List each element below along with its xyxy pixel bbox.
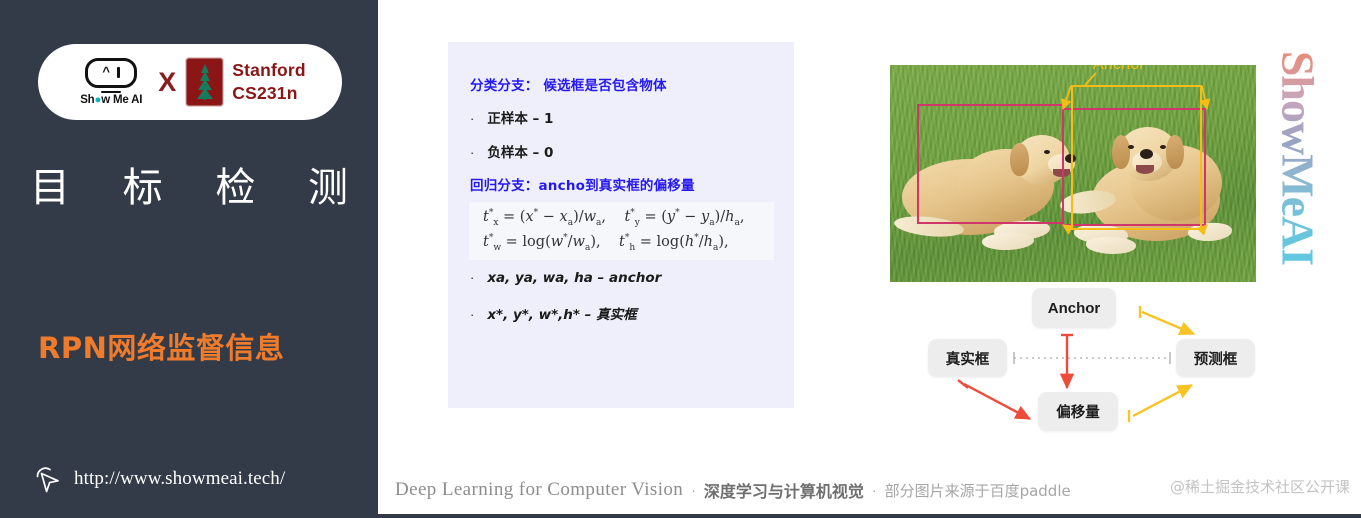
explanation-panel: 分类分支： 候选框是否包含物体 · 正样本 – 1 · 负样本 – 0 回归分支… xyxy=(448,42,794,408)
cursor-pointer-icon xyxy=(36,467,59,493)
bullet-dot-icon: · xyxy=(470,270,475,285)
formula-stack: t*x = (x* − xa)/wa, t*y = (y* − ya)/ha, … xyxy=(483,206,744,256)
stanford-course-code: CS231n xyxy=(232,83,298,103)
formula-line-xy: t*x = (x* − xa)/wa, t*y = (y* − ya)/ha, xyxy=(483,208,745,229)
footer-source-note: 部分图片来源于百度paddle xyxy=(884,481,1071,500)
anchor-example-photo: Anchor xyxy=(890,65,1256,282)
footer-chinese-title: 深度学习与计算机视觉 xyxy=(703,482,864,501)
page-subtitle: RPN网络监督信息 xyxy=(38,331,285,365)
showmeai-vertical-logo: ShowMeAI xyxy=(1273,30,1324,286)
stanford-block-s-icon xyxy=(185,57,225,107)
slide-content-area: 分类分支： 候选框是否包含物体 · 正样本 – 1 · 负样本 – 0 回归分支… xyxy=(378,0,1361,518)
stanford-brand-group: Stanford CS231n xyxy=(185,57,306,107)
flow-node-offset: 偏移量 xyxy=(1038,392,1118,431)
showmeai-vertical-text: ShowMeAI xyxy=(1272,50,1324,266)
title-char-2: 检 xyxy=(215,165,256,211)
offset-flow-diagram: Anchor 真实框 预测框 偏移量 xyxy=(928,288,1258,448)
title-char-0: 目 xyxy=(30,165,70,211)
flow-node-prediction: 预测框 xyxy=(1176,339,1255,377)
list-item: · 正样本 – 1 xyxy=(470,107,553,127)
flow-node-anchor: Anchor xyxy=(1032,288,1116,328)
site-url-row[interactable]: http://www.showmeai.tech/ xyxy=(30,462,285,496)
list-item: · x*, y*, w*,h* – 真实框 xyxy=(470,303,637,323)
footer-separator-1: · xyxy=(691,482,696,498)
left-sidebar: ^ Sh●w Me AI X Stanford CS231n 目 标 检 测 R… xyxy=(0,0,378,518)
bottom-edge-bar xyxy=(0,514,1361,518)
anchor-vars-label: xa, ya, wa, ha – anchor xyxy=(487,270,662,286)
title-char-3: 测 xyxy=(307,165,348,211)
robot-face-icon: ^ xyxy=(85,57,138,88)
showmeai-logo-icon: ^ Sh●w Me AI xyxy=(74,57,148,107)
classification-branch-heading: 分类分支： 候选框是否包含物体 xyxy=(470,78,667,94)
bullet-dot-icon: · xyxy=(470,145,475,160)
title-char-1: 标 xyxy=(122,165,163,211)
site-url-text: http://www.showmeai.tech/ xyxy=(74,468,286,489)
robot-eye-caret-icon: ^ xyxy=(102,64,111,80)
page-title: 目 标 检 测 xyxy=(30,155,348,213)
footer-watermark: @稀土掘金技术社区公开课 xyxy=(1170,478,1351,496)
brand-logo-pill: ^ Sh●w Me AI X Stanford CS231n xyxy=(38,44,342,120)
collab-cross-label: X xyxy=(158,66,177,97)
regression-branch-heading: 回归分支：ancho到真实框的偏移量 xyxy=(470,178,695,194)
bullet-dot-icon: · xyxy=(470,307,475,322)
groundtruth-vars-label: x*, y*, w*,h* – 真实框 xyxy=(487,307,637,323)
formula-line-wh: t*w = log(w*/wa), t*h = log(h*/ha), xyxy=(483,233,729,253)
box-offset-arrows xyxy=(1061,72,1211,236)
anchor-box-label: Anchor xyxy=(1093,65,1145,74)
offset-formula-box: t*x = (x* − xa)/wa, t*y = (y* − ya)/ha, … xyxy=(469,202,774,260)
robot-eye-bar-icon xyxy=(117,67,121,79)
stanford-name: Stanford xyxy=(232,59,306,80)
stanford-tree-icon xyxy=(196,64,213,100)
footer-english-title: Deep Learning for Computer Vision xyxy=(395,479,684,500)
negative-sample-label: 负样本 – 0 xyxy=(487,145,554,161)
positive-sample-label: 正样本 – 1 xyxy=(487,111,554,127)
stanford-course-label: Stanford CS231n xyxy=(232,59,306,105)
bullet-dot-icon: · xyxy=(470,111,475,126)
showmeai-wordmark: Sh●w Me AI xyxy=(80,94,143,107)
footer-separator-2: · xyxy=(871,482,877,498)
robot-stand-icon xyxy=(101,90,122,94)
slide-canvas: ^ Sh●w Me AI X Stanford CS231n 目 标 检 测 R… xyxy=(0,0,1361,518)
list-item: · xa, ya, wa, ha – anchor xyxy=(470,270,661,286)
flow-node-ground-truth: 真实框 xyxy=(928,339,1007,377)
list-item: · 负样本 – 0 xyxy=(470,141,553,161)
